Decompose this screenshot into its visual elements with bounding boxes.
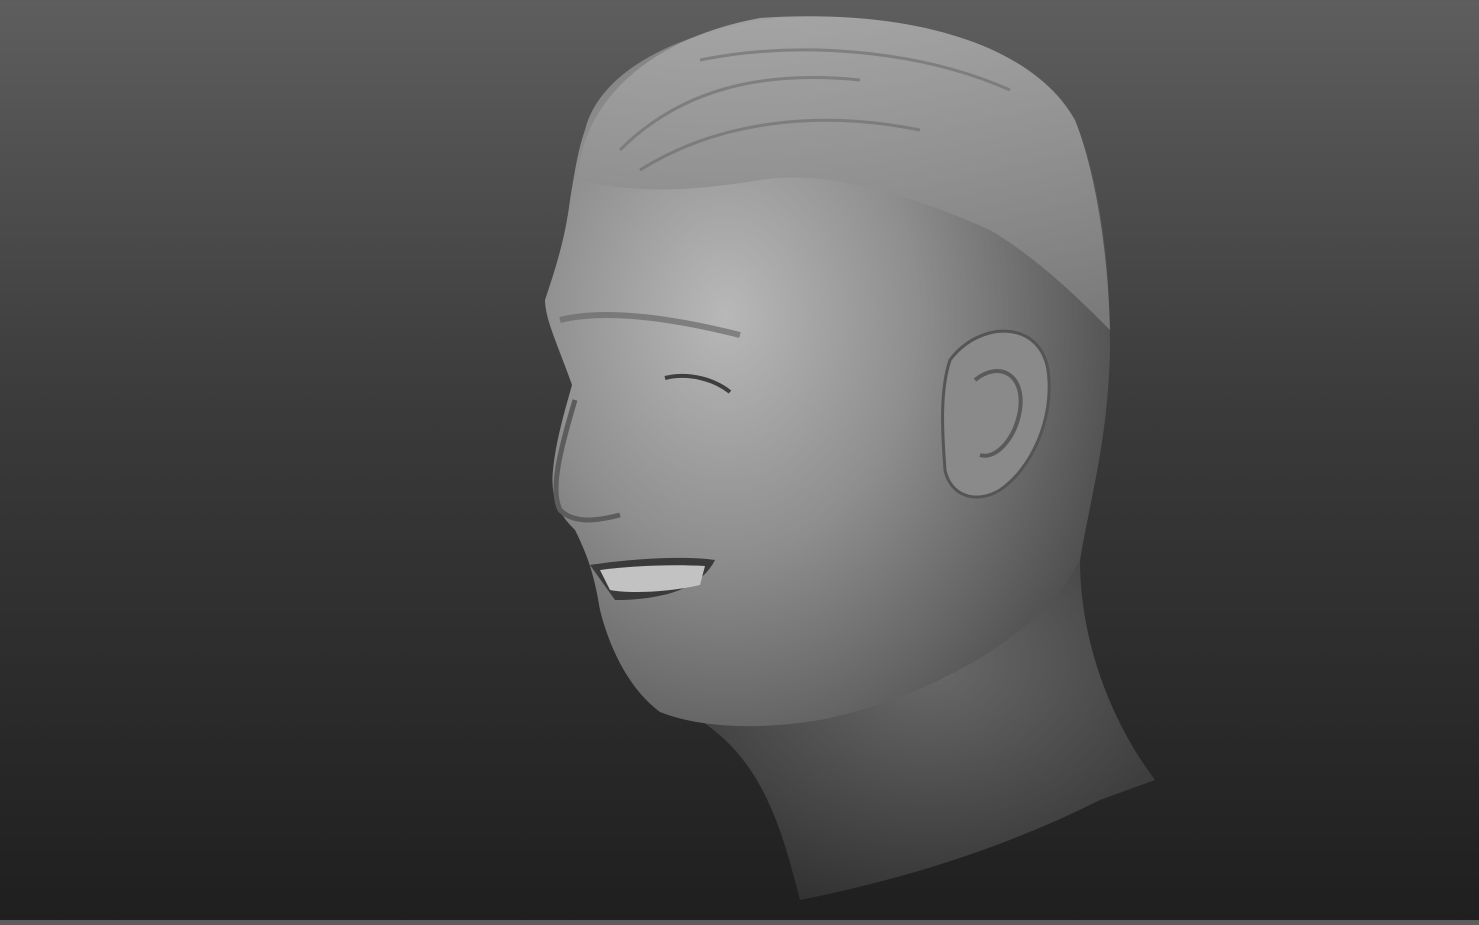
3d-viewport[interactable] <box>0 0 1479 920</box>
head-sculpt-model[interactable] <box>0 0 1479 920</box>
